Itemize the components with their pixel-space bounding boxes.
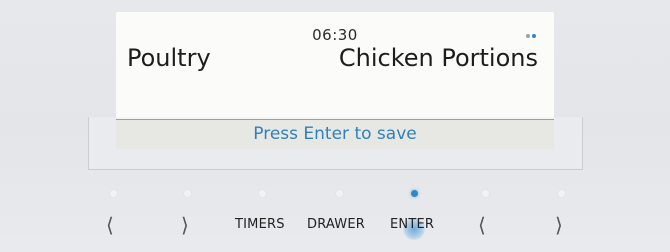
timers-button[interactable]: TIMERS — [235, 214, 285, 236]
lcd-display: 06:30 Poultry Chicken Portions Press Ent… — [116, 12, 554, 149]
led-enter — [411, 190, 418, 197]
led-left-arrow-2 — [482, 190, 489, 197]
led-timers — [259, 190, 266, 197]
status-bar: Press Enter to save — [116, 119, 554, 149]
left-arrow-icon-2[interactable]: ⟨ — [478, 214, 486, 236]
program-label: Chicken Portions — [338, 44, 538, 72]
status-message: Press Enter to save — [253, 124, 417, 144]
category-label: Poultry — [127, 44, 211, 72]
clock-time: 06:30 — [312, 26, 358, 44]
right-arrow-icon[interactable]: ⟩ — [181, 214, 189, 236]
page-indicator-dots-icon — [526, 34, 536, 38]
lcd-main-area: 06:30 Poultry Chicken Portions — [116, 12, 554, 117]
right-arrow-icon-2[interactable]: ⟩ — [555, 214, 563, 236]
led-right-arrow-1 — [184, 190, 191, 197]
left-arrow-icon[interactable]: ⟨ — [106, 214, 114, 236]
led-drawer — [336, 190, 343, 197]
drawer-button[interactable]: DRAWER — [307, 214, 365, 236]
enter-button[interactable]: ENTER — [390, 214, 434, 236]
led-right-arrow-2 — [558, 190, 565, 197]
led-left-arrow-1 — [110, 190, 117, 197]
